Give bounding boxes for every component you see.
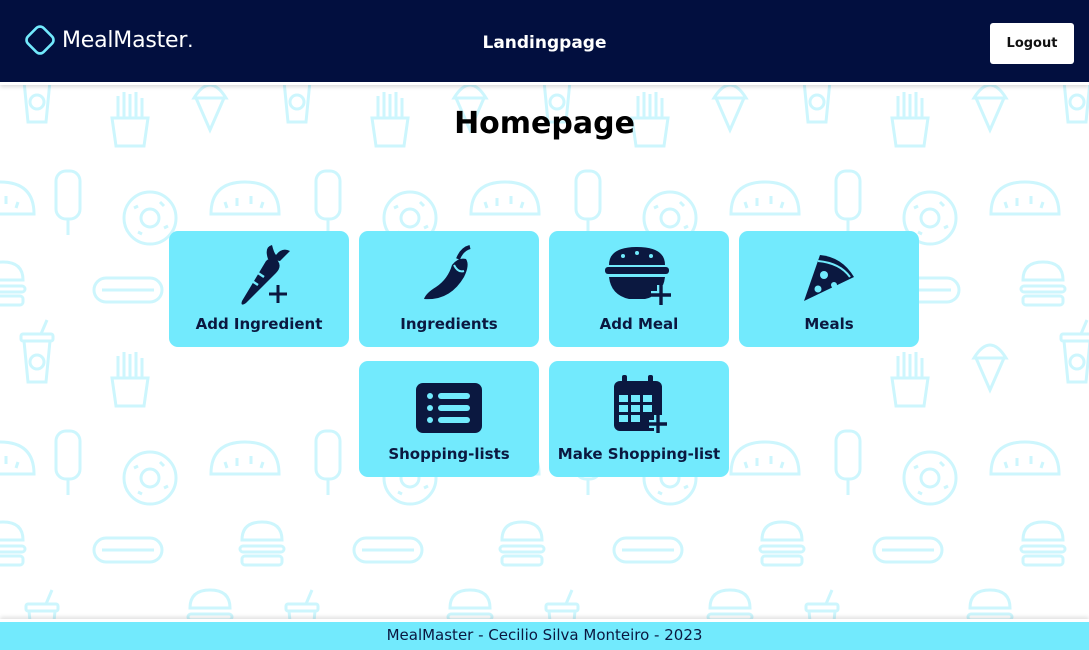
calendar-plus-icon	[614, 375, 667, 433]
pizza-slice-icon	[804, 255, 854, 301]
add-meal-tile[interactable]: Add Meal	[549, 231, 729, 347]
ingredients-label: Ingredients	[400, 315, 498, 333]
pepper-icon	[424, 245, 471, 300]
add-ingredient-tile[interactable]: Add Ingredient	[169, 231, 349, 347]
list-icon	[416, 383, 482, 433]
diamond-logo-icon	[25, 25, 55, 55]
bowl-plus-icon	[605, 247, 671, 305]
ingredients-tile[interactable]: Ingredients	[359, 231, 539, 347]
logout-button[interactable]: Logout	[990, 23, 1074, 64]
page-title: Homepage	[454, 106, 635, 141]
app-name: MealMaster	[62, 27, 188, 53]
meals-label: Meals	[804, 315, 854, 333]
make-shopping-list-label: Make Shopping-list	[557, 445, 721, 463]
shopping-lists-label: Shopping-lists	[388, 445, 510, 463]
footer: MealMaster - Cecilio Silva Monteiro - 20…	[0, 619, 1089, 650]
meals-tile[interactable]: Meals	[739, 231, 919, 347]
app-logo[interactable]: MealMaster.	[22, 22, 193, 58]
make-shopping-list-tile[interactable]: Make Shopping-list	[549, 361, 729, 477]
food-pattern-background	[0, 58, 1089, 650]
footer-credit: MealMaster - Cecilio Silva Monteiro - 20…	[386, 626, 703, 644]
add-ingredient-label: Add Ingredient	[195, 315, 323, 333]
add-meal-label: Add Meal	[599, 315, 679, 333]
page: MealMaster. Landingpage Logout Homepage …	[0, 0, 1089, 650]
carrot-plus-icon	[241, 245, 290, 305]
top-navbar: MealMaster. Landingpage Logout	[0, 0, 1089, 85]
app-name-dot: .	[187, 27, 194, 52]
shopping-lists-tile[interactable]: Shopping-lists	[359, 361, 539, 477]
